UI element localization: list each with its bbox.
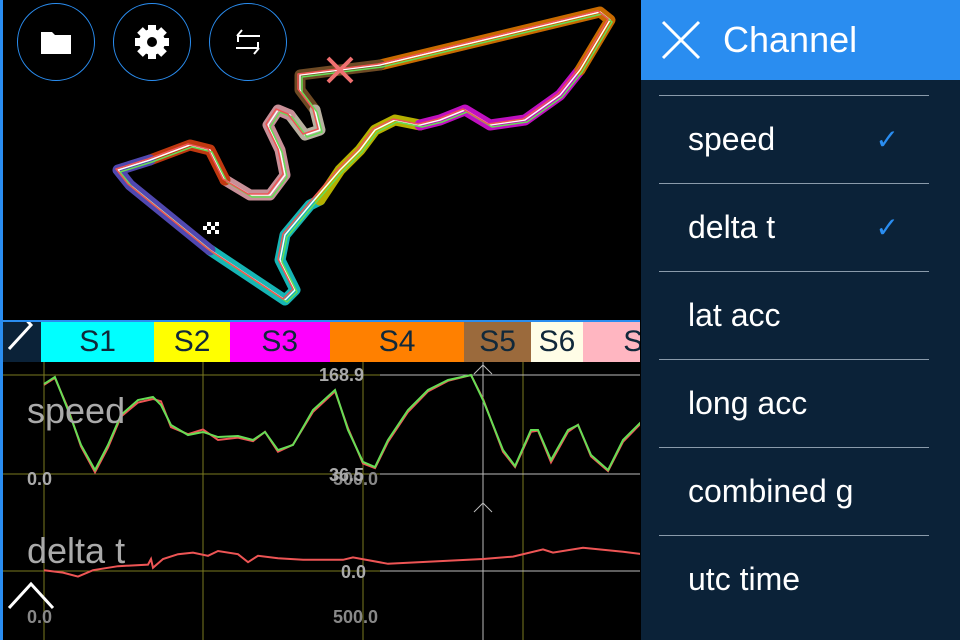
channel-item-speed[interactable]: speed ✓ <box>659 95 929 183</box>
section-label: S <box>623 325 640 359</box>
speed-max-label: 168.9 <box>319 365 365 385</box>
channel-item-utc-time[interactable]: utc time <box>659 535 929 623</box>
channel-item-delta-t[interactable]: delta t ✓ <box>659 183 929 271</box>
section-label: S2 <box>173 325 211 358</box>
section-label: S4 <box>378 325 416 358</box>
section-tab-6[interactable]: S6 <box>530 322 584 362</box>
x-tick-500: 500.0 <box>333 607 379 627</box>
channel-label: combined g <box>688 473 854 509</box>
channel-panel: Channel speed ✓ delta t ✓ lat acc long acc com… <box>641 0 960 640</box>
settings-button[interactable] <box>113 3 191 81</box>
channel-label: lat acc <box>688 297 781 333</box>
section-label: S3 <box>261 325 299 358</box>
delta-zero-label: 0.0 <box>341 562 367 582</box>
speed-channel-label: speed <box>27 390 126 431</box>
track-map[interactable] <box>0 0 640 320</box>
swap-icon <box>236 29 260 55</box>
section-tab-4[interactable]: S4 <box>329 322 465 362</box>
section-bar: S1 S2 S3 S4 S5 S6 S <box>3 320 640 362</box>
channel-label: delta t <box>688 209 776 245</box>
section-label: S6 <box>538 325 576 358</box>
telemetry-view: S1 S2 S3 S4 S5 S6 S speed delta t 168.9 0.0 50… <box>0 0 640 640</box>
track-sector-cyan <box>204 194 326 306</box>
lap-line-green <box>119 13 613 303</box>
section-tab-1[interactable]: S1 <box>40 322 155 362</box>
open-file-button[interactable] <box>17 3 95 81</box>
channel-label: utc time <box>688 561 801 597</box>
speed-cursor-value: 36.5 <box>329 465 365 485</box>
channel-item-lat-acc[interactable]: lat acc <box>659 271 929 359</box>
collapse-graph-button[interactable] <box>7 580 57 610</box>
delta-channel-label: delta t <box>27 530 126 571</box>
section-tab-3[interactable]: S3 <box>229 322 330 362</box>
speed-min-label: 0.0 <box>27 469 53 489</box>
checkmark-icon: ✓ <box>875 212 899 243</box>
speed-trace-current <box>43 373 640 473</box>
checkered-flag-icon <box>203 222 219 234</box>
section-tab-5[interactable]: S5 <box>464 322 531 362</box>
section-label: S1 <box>79 325 116 358</box>
close-icon[interactable] <box>661 20 701 60</box>
checkmark-icon: ✓ <box>875 124 899 155</box>
lap-line-white <box>117 11 611 301</box>
section-tab-2[interactable]: S2 <box>154 322 230 362</box>
track-sector-red <box>144 139 231 186</box>
section-tab-7[interactable]: S <box>583 322 640 362</box>
expand-panel-button[interactable] <box>3 322 41 362</box>
panel-header: Channel <box>641 0 960 80</box>
channel-item-combined-g[interactable]: combined g <box>659 447 929 535</box>
chevron-right-icon <box>7 322 33 351</box>
gear-icon <box>135 25 169 59</box>
channel-item-long-acc[interactable]: long acc <box>659 359 929 447</box>
folder-icon <box>41 32 71 54</box>
x-tick-0: 0.0 <box>27 607 53 627</box>
channel-label: long acc <box>688 385 808 421</box>
channel-label: speed <box>688 121 776 157</box>
panel-title: Channel <box>723 19 858 60</box>
section-label: S5 <box>479 325 516 358</box>
swap-laps-button[interactable] <box>209 3 287 81</box>
track-sector-purple <box>112 154 216 256</box>
